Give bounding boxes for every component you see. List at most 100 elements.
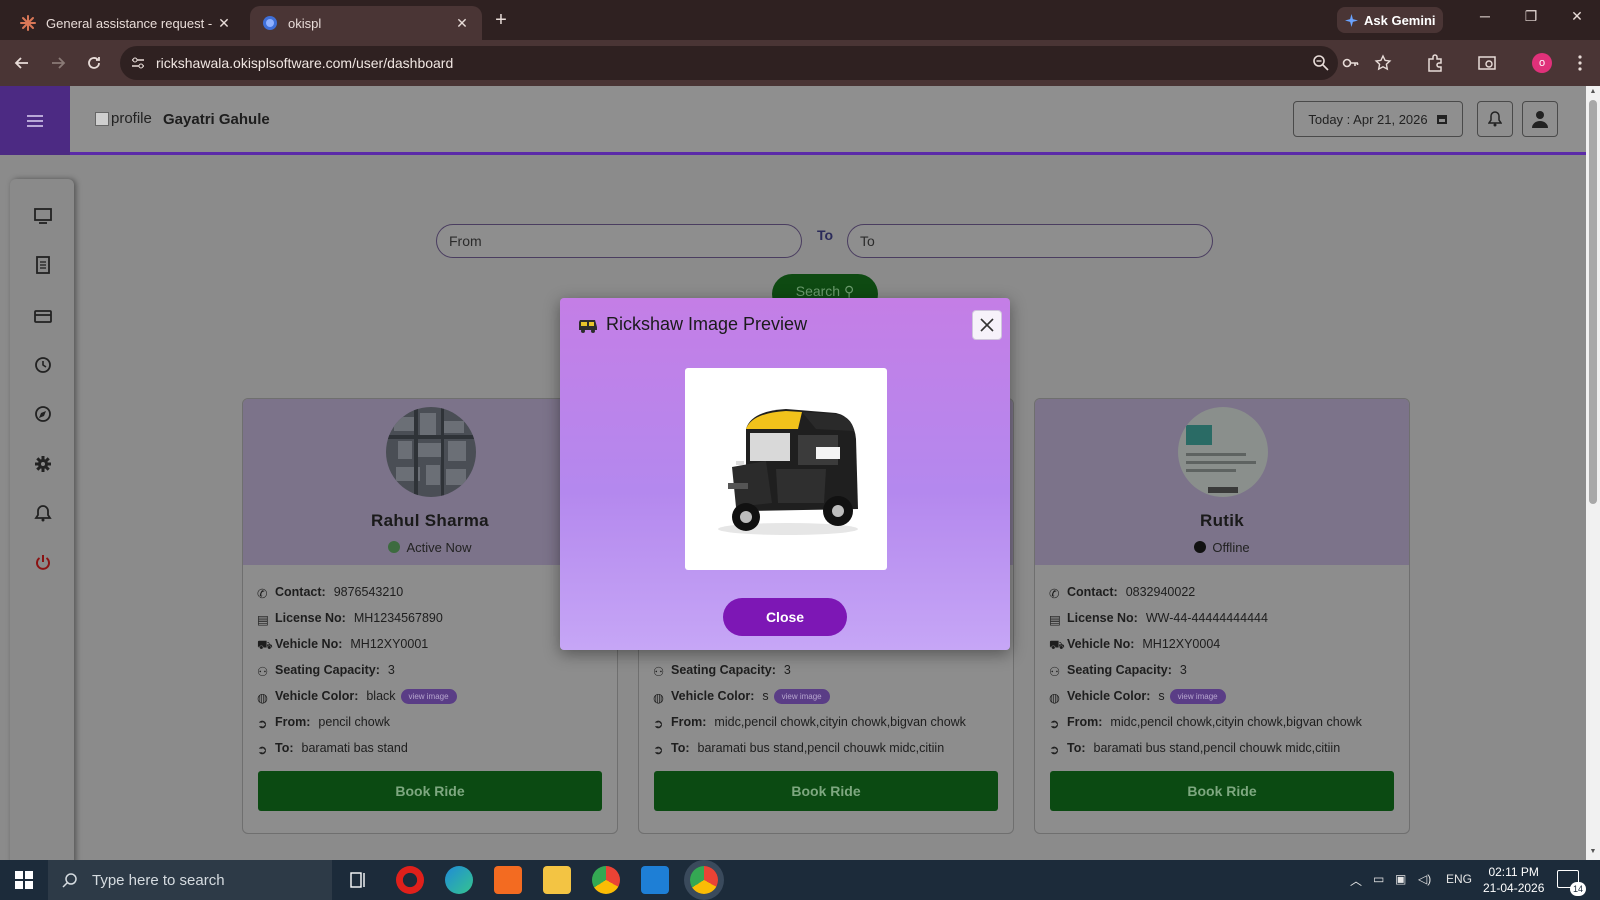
to-row: ➲ To: baramati bus stand,pencil chouwk mid… — [653, 735, 966, 761]
to-label: To: — [275, 741, 294, 755]
ask-gemini-button[interactable]: Ask Gemini — [1337, 7, 1443, 33]
arrow-left-circle-icon: ➲ — [257, 743, 268, 757]
opera-icon[interactable] — [396, 866, 424, 894]
network-icon[interactable]: ▣ — [1395, 872, 1406, 886]
notification-count-badge: 14 — [1570, 882, 1586, 896]
reload-icon[interactable] — [84, 53, 104, 73]
minimize-icon[interactable]: ─ — [1475, 8, 1495, 24]
forward-icon[interactable] — [48, 53, 68, 73]
dashboard-monitor-icon[interactable] — [33, 206, 53, 226]
document-list-icon[interactable] — [33, 255, 53, 275]
book-ride-button[interactable]: Book Ride — [258, 771, 602, 811]
browser-toolbar: rickshawala.okisplsoftware.com/user/dash… — [0, 40, 1600, 86]
view-image-button[interactable]: view image — [400, 688, 457, 704]
browser-menu-icon[interactable] — [1570, 53, 1590, 73]
arrow-right-circle-icon: ➲ — [1049, 717, 1060, 731]
chrome-icon[interactable] — [592, 866, 620, 894]
modal-close-button[interactable]: Close — [723, 598, 847, 636]
color-label: Vehicle Color: — [671, 689, 755, 703]
date-label: Today : Apr 21, 2026 — [1308, 111, 1428, 127]
seating-row: ⚇ Seating Capacity: 3 — [257, 657, 457, 683]
driver-avatar — [1178, 407, 1268, 497]
payment-card-icon[interactable] — [33, 306, 53, 326]
driver-avatar — [386, 407, 476, 497]
seating-row: ⚇ Seating Capacity: 3 — [1049, 657, 1362, 683]
restore-icon[interactable]: ❐ — [1521, 8, 1541, 25]
modal-close-icon[interactable] — [972, 310, 1002, 340]
logout-power-icon[interactable] — [33, 552, 53, 572]
browser-tab-claude[interactable]: General assistance request - Cla ✕ — [8, 6, 244, 40]
edge-icon[interactable] — [445, 866, 473, 894]
palette-icon: ◍ — [653, 691, 664, 705]
taskbar-search-box[interactable]: Type here to search — [48, 860, 332, 900]
contact-row: ✆ Contact: 0832940022 — [1049, 579, 1362, 605]
search-icon: ⚲ — [843, 283, 855, 299]
extensions-icon[interactable] — [1425, 53, 1445, 73]
search-button-label: Search — [795, 283, 841, 299]
language-indicator[interactable]: ENG — [1446, 872, 1472, 886]
close-tab-icon[interactable]: ✕ — [454, 15, 470, 31]
book-ride-button[interactable]: Book Ride — [1050, 771, 1394, 811]
to-value: baramati bus stand,pencil chouwk midc,ci… — [697, 741, 945, 755]
bell-icon — [1488, 111, 1502, 127]
seating-value: 3 — [1179, 663, 1187, 677]
view-image-button[interactable]: view image — [773, 688, 830, 704]
ask-gemini-label: Ask Gemini — [1364, 12, 1436, 28]
clock-time: 02:11 PM — [1488, 865, 1539, 879]
to-label: To — [817, 227, 834, 243]
close-tab-icon[interactable]: ✕ — [216, 15, 232, 31]
to-row: ➲ To: baramati bus stand,pencil chouwk mid… — [1049, 735, 1362, 761]
book-ride-button[interactable]: Book Ride — [654, 771, 998, 811]
volume-icon[interactable]: ◁) — [1418, 872, 1431, 886]
arrow-right-circle-icon: ➲ — [257, 717, 268, 731]
windows-start-icon[interactable] — [15, 871, 33, 889]
settings-gear-icon[interactable] — [33, 454, 53, 474]
taskbar-clock[interactable]: 02:11 PM 21-04-2026 — [1483, 864, 1544, 896]
zoom-icon[interactable] — [1312, 54, 1330, 72]
task-view-icon[interactable] — [350, 872, 368, 888]
scrollbar-thumb[interactable] — [1589, 100, 1597, 504]
page-scrollbar[interactable]: ▲ ▼ — [1586, 86, 1600, 860]
notification-bell-icon[interactable] — [33, 503, 53, 523]
view-image-button[interactable]: view image — [1169, 688, 1226, 704]
from-input[interactable]: From — [436, 224, 802, 258]
address-bar[interactable]: rickshawala.okisplsoftware.com/user/dash… — [120, 46, 1392, 80]
bookmark-star-icon[interactable] — [1374, 54, 1392, 72]
to-input[interactable]: To — [847, 224, 1213, 258]
scroll-down-icon[interactable]: ▼ — [1589, 848, 1597, 855]
browser-profile-avatar[interactable]: o — [1532, 53, 1552, 73]
xampp-icon[interactable] — [494, 866, 522, 894]
seating-row: ⚇ Seating Capacity: 3 — [653, 657, 966, 683]
contact-label: Contact: — [1067, 585, 1118, 599]
status-dot — [388, 541, 401, 553]
arrow-left-circle-icon: ➲ — [1049, 743, 1060, 757]
file-explorer-icon[interactable] — [543, 866, 571, 894]
users-icon: ⚇ — [1049, 665, 1061, 679]
date-display[interactable]: Today : Apr 21, 2026 — [1293, 101, 1463, 137]
history-clock-icon[interactable] — [33, 355, 53, 375]
compass-icon[interactable] — [33, 404, 53, 424]
menu-toggle-button[interactable] — [0, 86, 70, 155]
window-close-icon[interactable]: ✕ — [1567, 8, 1587, 25]
new-tab-button[interactable]: + — [490, 10, 512, 32]
from-label: From: — [275, 715, 311, 729]
license-value: WW-44-44444444444 — [1145, 611, 1268, 625]
notifications-button[interactable] — [1477, 101, 1513, 137]
driver-details: ✆ Contact: 0832940022 ▤ License No: WW-44-44… — [1049, 579, 1362, 761]
scroll-up-icon[interactable]: ▲ — [1589, 88, 1597, 95]
browser-tab-okispl[interactable]: okispl ✕ — [250, 6, 482, 40]
back-icon[interactable] — [12, 53, 32, 73]
password-key-icon[interactable] — [1342, 54, 1360, 72]
seating-label: Seating Capacity: — [671, 663, 776, 677]
site-info-icon[interactable] — [130, 55, 146, 71]
tray-chevron-icon[interactable]: ︿ — [1350, 872, 1362, 889]
reading-mode-icon[interactable] — [1477, 53, 1497, 73]
vscode-icon[interactable] — [641, 866, 669, 894]
battery-icon[interactable]: ▭ — [1373, 872, 1384, 886]
seating-label: Seating Capacity: — [275, 663, 380, 677]
user-account-button[interactable] — [1522, 101, 1558, 137]
color-row: ◍ Vehicle Color: black view image — [257, 683, 457, 709]
to-row: ➲ To: baramati bas stand — [257, 735, 457, 761]
chrome-active-icon[interactable] — [690, 866, 718, 894]
palette-icon: ◍ — [1049, 691, 1060, 705]
